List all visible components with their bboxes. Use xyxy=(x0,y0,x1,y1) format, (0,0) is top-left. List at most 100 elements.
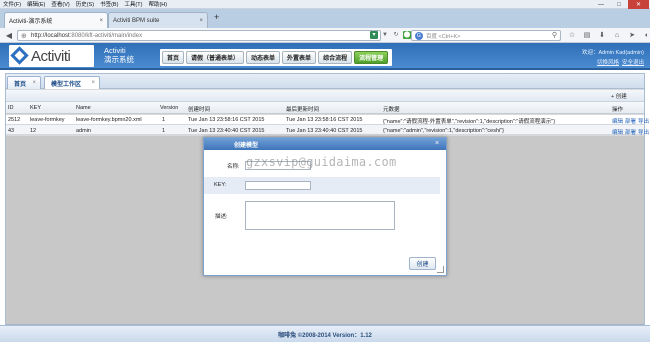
app-name: Activiti 演示系统 xyxy=(104,46,134,64)
tab-label: 首页 xyxy=(14,81,27,88)
cell-created: Tue Jan 13 23:58:16 CST 2015 xyxy=(188,117,265,123)
cell-id: 2512 xyxy=(8,117,21,123)
pocket-icon[interactable]: ◐ xyxy=(642,30,650,41)
star-icon[interactable]: ☆ xyxy=(567,30,577,41)
create-button[interactable]: 创建 xyxy=(409,257,436,270)
address-bar[interactable]: ⊕ http://localhost:8080/kft-activiti/mai… xyxy=(17,30,381,41)
download-icon[interactable]: ⬇ xyxy=(597,30,607,41)
tab-close-icon[interactable]: × xyxy=(99,18,103,24)
col-created: 创建时间 xyxy=(188,107,211,113)
key-input[interactable] xyxy=(245,181,311,190)
share-icon[interactable]: ➤ xyxy=(627,30,637,41)
col-actions: 操作 xyxy=(612,107,624,113)
col-updated: 最后更新时间 xyxy=(286,107,320,113)
welcome-text: 欢迎：Admin Kad(admin) xyxy=(581,50,644,56)
search-engine-icon[interactable]: G xyxy=(415,32,423,40)
watermark: gzxsvip@guidaima.com xyxy=(246,155,397,169)
main-menu: 首页 请假（普通表单） 动态表单 外置表单 综合流程 流程管理 xyxy=(160,49,393,66)
tab-close-icon[interactable]: × xyxy=(199,18,203,24)
browser-tab-bpm-suite[interactable]: Activiti BPM suite × xyxy=(108,12,208,28)
resize-grip-icon[interactable] xyxy=(437,266,444,273)
cell-key: leave-formkey xyxy=(30,117,65,123)
dialog-title: 创建模型 xyxy=(204,138,446,150)
col-version: Version xyxy=(160,105,179,111)
back-icon[interactable]: ◀ xyxy=(3,30,15,41)
diamond-logo-icon xyxy=(10,46,29,65)
cell-version: 1 xyxy=(162,117,166,123)
tab-title: Activiti BPM suite xyxy=(113,17,160,24)
col-name: Name xyxy=(76,105,91,111)
grid-toolbar xyxy=(6,90,644,102)
cell-metadata: {"name":"admin","revision":1,"descriptio… xyxy=(383,128,505,134)
clipboard-icon[interactable]: ▤ xyxy=(582,30,592,41)
cell-metadata: {"name":"请假流程-外置表单","revision":1,"descri… xyxy=(383,119,556,125)
menu-external-form[interactable]: 外置表单 xyxy=(282,51,317,64)
switch-style-link[interactable]: 切换风格 xyxy=(597,60,619,66)
close-window-button[interactable]: ✕ xyxy=(628,0,649,9)
shield-icon[interactable]: ▾ xyxy=(370,31,378,39)
menu-home[interactable]: 首页 xyxy=(162,51,185,64)
row-actions: 编辑部署导出删除 xyxy=(612,117,650,125)
col-id: ID xyxy=(8,105,14,111)
col-key: KEY xyxy=(30,105,42,111)
search-placeholder: 百度 <Ctrl+K> xyxy=(426,33,461,40)
cell-updated: Tue Jan 13 23:58:16 CST 2015 xyxy=(286,117,363,123)
maximize-button[interactable]: □ xyxy=(610,0,628,9)
menu-help[interactable]: 帮助(H) xyxy=(148,0,167,8)
home-icon[interactable]: ⌂ xyxy=(612,30,622,41)
content-tabbar xyxy=(5,73,645,89)
browser-toolbar-icons: ☆ ▤ ⬇ ⌂ ➤ ◐ ≡ xyxy=(567,30,650,41)
menu-edit[interactable]: 编辑(E) xyxy=(27,0,45,8)
tab-close-icon[interactable]: × xyxy=(91,80,95,86)
menu-dynamic-form[interactable]: 动态表单 xyxy=(246,51,281,64)
url-actions: ▾ ▼ ↻ ⬤ xyxy=(370,31,411,39)
cell-created: Tue Jan 13 23:40:40 CST 2015 xyxy=(188,128,265,134)
menu-bookmarks[interactable]: 书签(B) xyxy=(100,0,118,8)
menu-history[interactable]: 历史(S) xyxy=(76,0,94,8)
col-metadata: 元数据 xyxy=(383,107,400,113)
user-panel: 欢迎：Admin Kad(admin) 切换风格 安全退出 xyxy=(560,48,644,66)
url-host: http://localhost xyxy=(31,32,70,39)
logo-text: Activiti xyxy=(31,47,71,65)
tab-close-icon[interactable]: × xyxy=(32,80,36,86)
row-actions: 编辑部署导出删除 xyxy=(612,128,650,136)
description-textarea[interactable] xyxy=(245,201,395,230)
menu-tools[interactable]: 工具(T) xyxy=(124,0,142,8)
cell-id: 43 xyxy=(8,128,15,134)
menu-view[interactable]: 查看(V) xyxy=(51,0,69,8)
browser-menubar: 文件(F) 编辑(E) 查看(V) 历史(S) 书签(B) 工具(T) 帮助(H… xyxy=(0,0,650,9)
key-row-band xyxy=(204,177,440,194)
app-name-line2: 演示系统 xyxy=(104,55,134,64)
create-model-button[interactable]: + 创建 xyxy=(611,92,627,100)
tab-label: 模型工作区 xyxy=(51,81,82,88)
browser-tab-activiti-demo[interactable]: Activiti-演示系统 × xyxy=(4,12,108,28)
menu-integrated-process[interactable]: 综合流程 xyxy=(318,51,353,64)
key-label: KEY: xyxy=(214,182,227,188)
logout-link[interactable]: 安全退出 xyxy=(622,60,644,66)
globe-icon: ⊕ xyxy=(21,33,27,40)
footer: 咖啡兔 ©2008-2014 Version：1.12 xyxy=(0,325,650,342)
name-label: 名称: xyxy=(227,164,240,170)
tab-model-workspace[interactable]: 模型工作区 × xyxy=(44,76,100,89)
url-path: :8080/kft-activiti/main/index xyxy=(69,32,143,39)
tab-home[interactable]: 首页 × xyxy=(7,76,41,89)
description-label: 描述: xyxy=(215,214,228,220)
menu-leave-normal[interactable]: 请假（普通表单） xyxy=(186,51,245,64)
extension-icon[interactable]: ⬤ xyxy=(403,31,411,39)
dropdown-icon[interactable]: ▼ xyxy=(381,31,389,39)
search-icon[interactable]: ⚲ xyxy=(552,31,557,39)
cell-key: 12 xyxy=(30,128,37,134)
tab-title: Activiti-演示系统 xyxy=(9,19,53,25)
cell-updated: Tue Jan 13 23:40:40 CST 2015 xyxy=(286,128,363,134)
search-input[interactable]: G 百度 <Ctrl+K> ⚲ xyxy=(411,30,561,41)
menu-process-management[interactable]: 流程管理 xyxy=(354,51,389,64)
activiti-logo: Activiti xyxy=(9,45,94,67)
new-tab-button[interactable]: + xyxy=(214,12,219,22)
menu-file[interactable]: 文件(F) xyxy=(3,0,21,8)
dialog-close-icon[interactable]: × xyxy=(435,140,439,147)
grid-header xyxy=(6,102,644,114)
cell-name: admin xyxy=(76,128,91,134)
minimize-button[interactable]: — xyxy=(592,0,610,9)
reload-icon[interactable]: ↻ xyxy=(392,31,400,39)
app-name-line1: Activiti xyxy=(104,46,126,55)
